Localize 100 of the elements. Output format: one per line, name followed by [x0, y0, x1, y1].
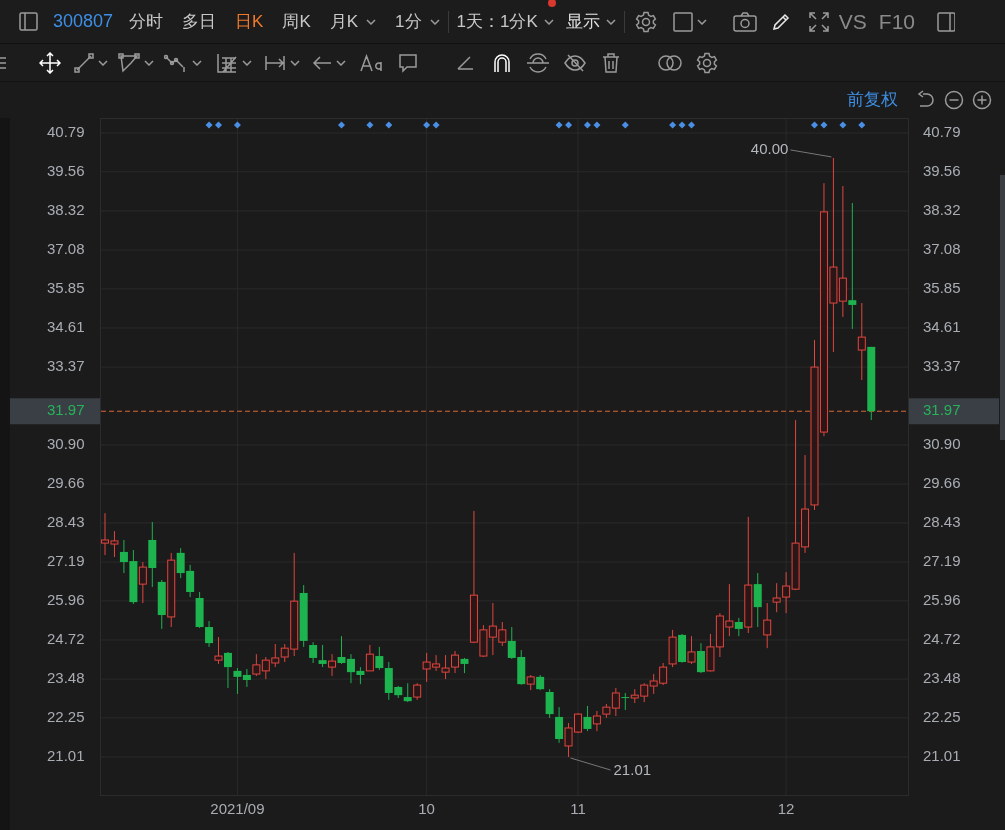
candlestick — [195, 591, 204, 629]
current-price-tag: 31.97 — [10, 398, 100, 425]
event-marker[interactable] — [858, 121, 866, 129]
settings-button[interactable] — [634, 10, 657, 33]
y-axis-label: 21.01 — [923, 746, 961, 764]
y-axis-label: 28.43 — [47, 512, 85, 530]
zoom-out-button[interactable] — [944, 90, 964, 110]
min-price-label: 21.01 — [613, 760, 652, 778]
event-marker[interactable] — [688, 121, 695, 129]
f10-button[interactable]: F10 — [878, 5, 916, 38]
event-marker[interactable] — [565, 121, 573, 129]
scrollbar[interactable] — [1000, 175, 1005, 440]
sync-button[interactable] — [526, 51, 550, 74]
event-marker[interactable] — [583, 121, 591, 129]
candlestick — [640, 682, 649, 703]
undo-button[interactable] — [916, 90, 934, 110]
polygon-tool-button[interactable] — [118, 52, 154, 73]
y-axis-label: 27.19 — [923, 552, 961, 569]
wave-tool-button[interactable] — [164, 52, 202, 73]
zoom-out-icon — [944, 90, 964, 110]
event-marker[interactable] — [820, 121, 828, 129]
magnet-button[interactable] — [492, 52, 512, 73]
event-marker[interactable] — [432, 121, 440, 129]
event-marker[interactable] — [593, 121, 601, 129]
y-axis-label: 40.79 — [47, 122, 85, 140]
event-marker[interactable] — [385, 121, 393, 129]
sidebar-toggle-button[interactable] — [19, 12, 38, 31]
period-tab[interactable]: 日K — [235, 8, 264, 35]
event-marker[interactable] — [233, 121, 241, 129]
period-tab[interactable]: 月K — [329, 8, 377, 35]
move-tool-button[interactable] — [39, 51, 61, 74]
arrow-tool-button[interactable] — [312, 54, 346, 71]
line-tool-button[interactable] — [74, 52, 108, 73]
square-icon — [672, 11, 693, 32]
measure-tool-button[interactable] — [264, 53, 300, 72]
y-axis-label: 23.48 — [47, 669, 85, 687]
x-axis-label: 12 — [777, 799, 795, 817]
caret-icon — [192, 59, 202, 66]
event-marker[interactable] — [555, 121, 563, 129]
event-marker[interactable] — [669, 121, 677, 129]
candlestick — [555, 706, 564, 744]
candlestick — [337, 635, 346, 665]
grid-tool-button[interactable] — [216, 51, 252, 74]
overlay-button[interactable] — [658, 54, 682, 71]
screenshot-button[interactable] — [732, 11, 757, 32]
y-axis-label: 38.32 — [47, 200, 85, 218]
text-tool-button[interactable] — [360, 53, 384, 72]
note-tool-button[interactable] — [398, 52, 418, 73]
delete-button[interactable] — [602, 52, 620, 73]
fullscreen-button[interactable] — [808, 11, 829, 32]
sync-icon — [526, 51, 550, 74]
panel-toggle-button[interactable] — [937, 11, 956, 32]
zoom-in-icon — [972, 90, 992, 110]
candlestick — [592, 710, 601, 732]
event-marker[interactable] — [423, 121, 431, 129]
y-axis-label: 29.66 — [47, 474, 85, 492]
compare-button[interactable]: VS — [838, 5, 867, 38]
event-marker[interactable] — [205, 121, 213, 129]
x-axis-label: 10 — [418, 799, 435, 817]
y-axis-label: 35.85 — [923, 278, 961, 296]
y-axis-label: 29.66 — [923, 474, 961, 492]
y-axis-label: 39.56 — [923, 161, 961, 179]
y-axis-label: 28.43 — [923, 512, 961, 530]
y-axis-label: 35.85 — [47, 278, 85, 296]
two-circles-icon — [658, 54, 682, 71]
candlestick — [649, 673, 658, 695]
drawing-settings-button[interactable] — [696, 51, 718, 74]
zoom-in-button[interactable] — [972, 90, 992, 110]
panel-icon — [937, 11, 956, 32]
angle-tool-button[interactable] — [456, 54, 474, 71]
period-tab[interactable]: 1分 — [395, 8, 440, 35]
y-axis-label: 27.19 — [47, 552, 85, 569]
event-marker[interactable] — [811, 121, 818, 129]
period-tab[interactable]: 分时 — [129, 8, 164, 35]
y-axis-label: 25.96 — [47, 590, 85, 608]
event-marker[interactable] — [366, 121, 374, 129]
event-marker[interactable] — [621, 121, 629, 129]
y-axis-label: 33.37 — [923, 357, 961, 375]
x-axis-label: 2021/09 — [210, 799, 265, 817]
event-marker[interactable] — [215, 121, 222, 129]
hide-drawings-button[interactable] — [564, 52, 586, 73]
chart-style-button[interactable] — [672, 11, 707, 32]
display-dropdown[interactable]: 显示 — [565, 8, 616, 35]
period-tab[interactable]: 周K — [282, 8, 311, 35]
candlestick — [214, 636, 223, 665]
range-dropdown[interactable]: 1天：1分K — [456, 8, 554, 35]
event-marker[interactable] — [338, 121, 345, 129]
undo-icon — [916, 90, 934, 110]
stock-code-button[interactable]: 300807 — [53, 8, 114, 35]
draw-button[interactable] — [770, 11, 791, 32]
price-adjustment-button[interactable]: 前复权 — [847, 87, 898, 113]
text-icon — [360, 53, 384, 72]
arrow-left-icon — [312, 54, 332, 71]
y-axis-label: 24.72 — [923, 629, 961, 647]
event-marker[interactable] — [678, 121, 686, 129]
camera-icon — [732, 11, 757, 32]
event-marker[interactable] — [839, 121, 847, 129]
candlestick — [242, 668, 251, 688]
candlestick — [630, 688, 639, 704]
period-tab[interactable]: 多日 — [182, 8, 217, 35]
